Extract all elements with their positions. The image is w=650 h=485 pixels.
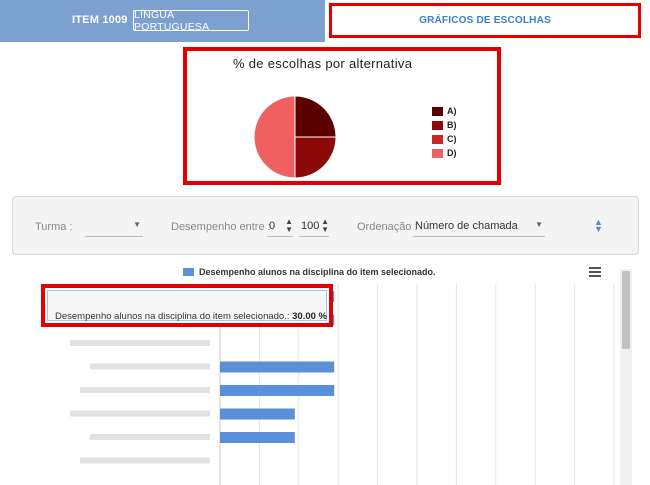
legend-item-d[interactable]: D) <box>432 146 457 160</box>
legend-swatch-b <box>432 120 443 130</box>
ordenacao-value: Número de chamada <box>415 220 518 232</box>
pie-chart-panel: % de escolhas por alternativa A) B) C) D… <box>183 47 501 185</box>
desempenho-max-input[interactable]: 100 ▲ ▼ <box>299 217 329 237</box>
subject-chip: LÍNGUA PORTUGUESA <box>133 9 249 33</box>
legend-label-c: C) <box>447 134 457 144</box>
legend-item-c[interactable]: C) <box>432 132 457 146</box>
pie-chart <box>253 95 337 179</box>
filter-bar: Turma : ▼ Desempenho entre : 0 ▲ ▼ 100 ▲ ▼… <box>12 196 639 255</box>
ordenacao-select[interactable]: Número de chamada ▼ <box>413 217 545 237</box>
scrollbar-thumb[interactable] <box>622 271 630 349</box>
stepper-icon: ▲ ▼ <box>285 217 293 234</box>
bar[interactable] <box>220 361 335 373</box>
tooltip-box: Desempenho alunos na disciplina do item … <box>47 290 327 322</box>
stepper-icon: ▲ ▼ <box>321 217 329 234</box>
pie-slice-b[interactable] <box>294 136 337 179</box>
legend-item-a[interactable]: A) <box>432 104 457 118</box>
pie-legend: A) B) C) D) <box>432 104 457 160</box>
tooltip-value: 30.00 % <box>292 311 327 322</box>
desempenho-label: Desempenho entre : <box>171 221 271 233</box>
item-info-tab[interactable]: ITEM 1009 LÍNGUA PORTUGUESA <box>0 0 325 42</box>
bar[interactable] <box>220 408 295 420</box>
tooltip-text: Desempenho alunos na disciplina do item … <box>55 311 327 322</box>
category-label-redacted <box>80 387 210 393</box>
top-tab-bar: ITEM 1009 LÍNGUA PORTUGUESA GRÁFICOS DE … <box>0 0 650 42</box>
category-label-redacted <box>90 363 210 370</box>
legend-swatch-a <box>432 106 443 116</box>
category-label-redacted <box>90 434 210 440</box>
legend-swatch-c <box>432 134 443 144</box>
legend-label-b: B) <box>447 120 457 130</box>
bar[interactable] <box>220 385 335 396</box>
tooltip-label: Desempenho alunos na disciplina do item … <box>55 311 290 322</box>
ordenacao-label: Ordenação : <box>357 221 418 233</box>
pie-slice-a[interactable] <box>294 95 337 138</box>
desempenho-max-value: 100 <box>301 220 320 232</box>
tab-graficos-de-escolhas[interactable]: GRÁFICOS DE ESCOLHAS <box>329 3 641 38</box>
legend-label-d: D) <box>447 148 457 158</box>
turma-select[interactable]: ▼ <box>85 217 143 237</box>
legend-item-b[interactable]: B) <box>432 118 457 132</box>
legend-swatch-d <box>432 148 443 158</box>
sort-icon[interactable]: ▲ ▼ <box>594 218 603 234</box>
chevron-down-icon: ▼ <box>535 220 543 229</box>
chevron-down-icon: ▼ <box>133 220 141 229</box>
pie-chart-title: % de escolhas por alternativa <box>233 56 413 71</box>
turma-label: Turma : <box>35 221 73 233</box>
category-label-redacted <box>70 410 210 417</box>
pie-slice-d[interactable] <box>253 95 296 179</box>
item-code: ITEM 1009 <box>72 14 128 26</box>
bar[interactable] <box>220 432 295 443</box>
bar-tooltip: Desempenho alunos na disciplina do item … <box>41 284 333 327</box>
category-label-redacted <box>80 457 210 464</box>
category-label-redacted <box>70 340 210 346</box>
desempenho-min-input[interactable]: 0 ▲ ▼ <box>267 217 293 237</box>
scrollbar[interactable] <box>620 269 632 485</box>
desempenho-min-value: 0 <box>269 220 276 232</box>
legend-label-a: A) <box>447 106 457 116</box>
